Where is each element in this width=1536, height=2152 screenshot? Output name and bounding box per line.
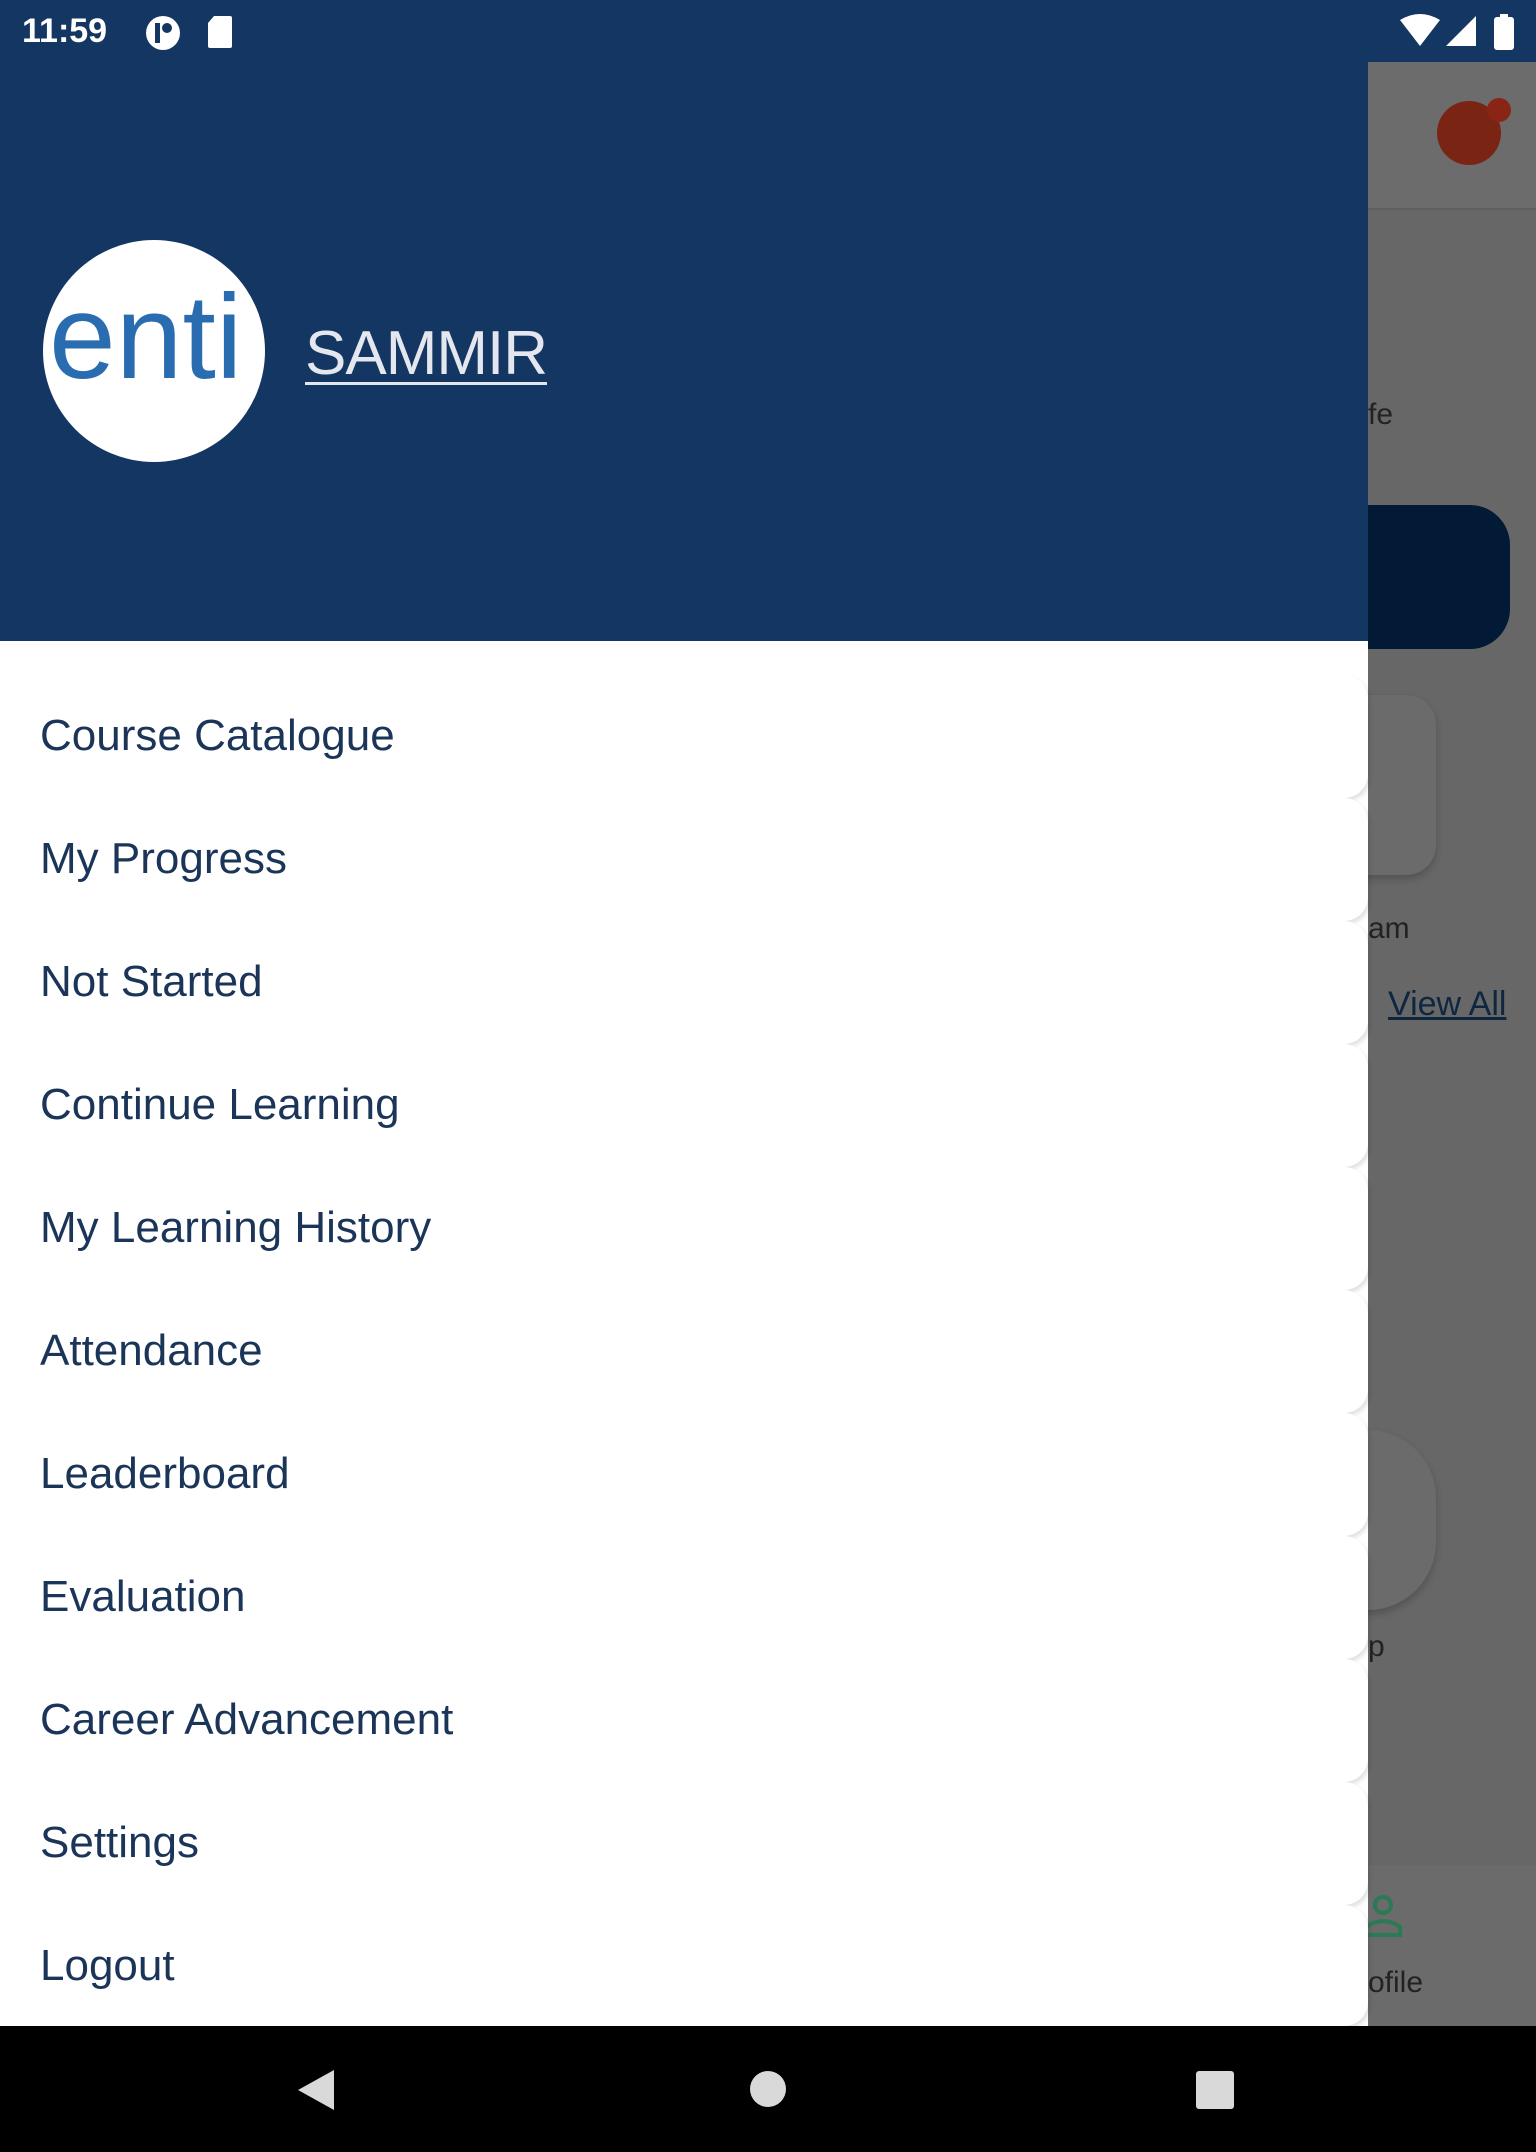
signal-icon — [1446, 16, 1476, 46]
menu-item-not-started[interactable]: Not Started — [0, 921, 1368, 1044]
menu-item-course-catalogue[interactable]: Course Catalogue — [0, 675, 1368, 798]
nav-profile-label[interactable]: ofile — [1368, 1966, 1423, 2000]
menu-item-label: Continue Learning — [40, 1080, 400, 1129]
menu-item-my-learning-history[interactable]: My Learning History — [0, 1167, 1368, 1290]
status-time: 11:59 — [22, 12, 108, 50]
user-name-link[interactable]: SAMMIR — [305, 318, 548, 389]
view-all-link[interactable]: View All — [1388, 985, 1506, 1024]
menu-item-continue-learning[interactable]: Continue Learning — [0, 1044, 1368, 1167]
menu-item-label: My Learning History — [40, 1203, 432, 1252]
back-icon[interactable] — [296, 2068, 336, 2112]
status-bar: 11:59 — [0, 0, 1536, 62]
menu-item-leaderboard[interactable]: Leaderboard — [0, 1413, 1368, 1536]
recents-icon[interactable] — [1195, 2070, 1235, 2110]
avatar[interactable]: enti — [43, 240, 265, 462]
home-icon[interactable] — [749, 2070, 787, 2108]
menu-item-attendance[interactable]: Attendance — [0, 1290, 1368, 1413]
wifi-icon — [1400, 14, 1440, 46]
navigation-drawer: enti SAMMIR Course Catalogue My Progress… — [0, 0, 1368, 2026]
background-text: p — [1368, 1630, 1385, 1663]
profile-icon — [1368, 1895, 1402, 1937]
menu-item-my-progress[interactable]: My Progress — [0, 798, 1368, 921]
menu-item-label: Logout — [40, 1941, 175, 1990]
menu-item-evaluation[interactable]: Evaluation — [0, 1536, 1368, 1659]
menu-item-label: Settings — [40, 1818, 199, 1867]
logo: enti — [49, 270, 242, 404]
menu-item-career-advancement[interactable]: Career Advancement — [0, 1659, 1368, 1782]
menu-item-label: My Progress — [40, 834, 287, 883]
notification-badge — [1487, 98, 1511, 122]
svg-text:enti: enti — [49, 270, 242, 404]
background-text: fe — [1368, 398, 1394, 431]
menu-item-label: Career Advancement — [40, 1695, 454, 1744]
menu-item-label: Leaderboard — [40, 1449, 290, 1498]
menu-item-label: Not Started — [40, 957, 263, 1006]
background-text: am — [1368, 912, 1410, 945]
battery-icon — [1494, 14, 1514, 50]
sd-card-icon — [208, 16, 232, 48]
menu-item-logout[interactable]: Logout — [0, 1905, 1368, 2026]
menu-item-settings[interactable]: Settings — [0, 1782, 1368, 1905]
system-nav-bar — [0, 2026, 1536, 2152]
notification-icon — [146, 16, 180, 50]
menu-item-label: Attendance — [40, 1326, 263, 1375]
drawer-header: enti SAMMIR — [0, 0, 1368, 641]
menu-item-label: Evaluation — [40, 1572, 246, 1621]
menu-item-label: Course Catalogue — [40, 711, 395, 760]
